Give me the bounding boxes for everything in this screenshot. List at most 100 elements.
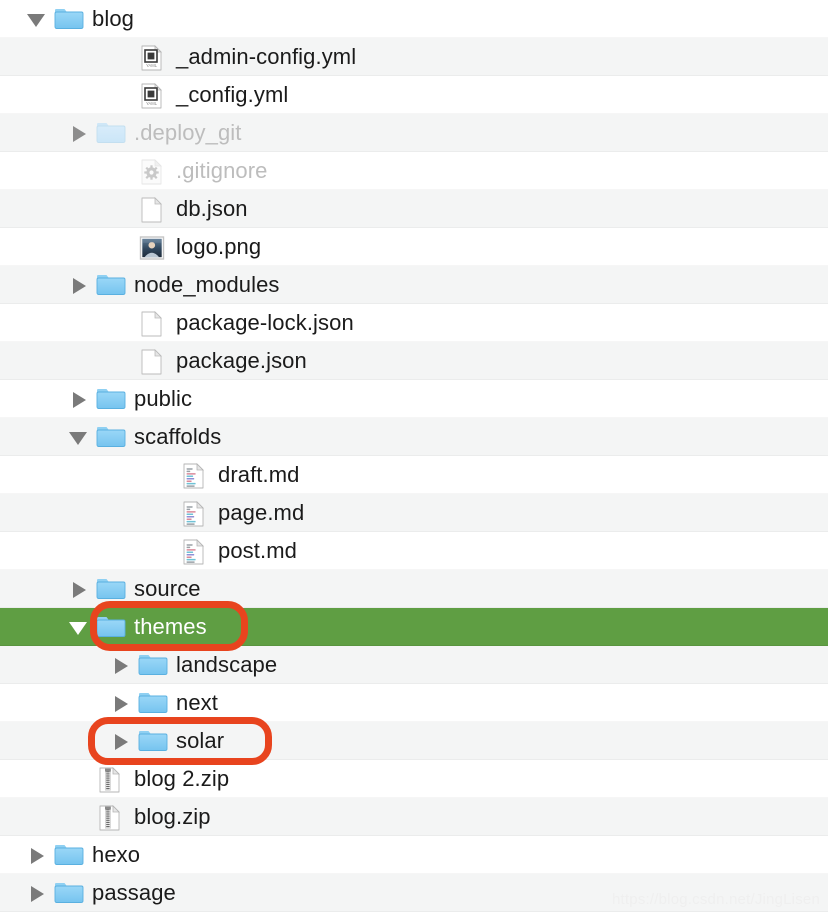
chevron-down-icon[interactable]	[68, 418, 94, 456]
chevron-down-icon[interactable]	[68, 608, 94, 646]
tree-row[interactable]: public	[0, 380, 828, 418]
gear-icon	[136, 152, 170, 190]
tree-row[interactable]: landscape	[0, 646, 828, 684]
tree-row[interactable]: YAML _admin-config.yml	[0, 38, 828, 76]
file-tree[interactable]: blog YAML _admin-config.yml YAML _config.yml…	[0, 0, 828, 914]
tree-row[interactable]: scaffolds	[0, 418, 828, 456]
twisty-placeholder	[110, 304, 136, 342]
tree-row-label: next	[176, 690, 218, 715]
folder-icon	[52, 836, 86, 874]
tree-row-label: _admin-config.yml	[176, 44, 357, 69]
twisty-placeholder	[110, 152, 136, 190]
tree-row-label: package.json	[176, 348, 307, 373]
tree-row-label: draft.md	[218, 462, 300, 487]
yaml-icon: YAML	[136, 76, 170, 114]
chevron-right-icon[interactable]	[26, 836, 52, 874]
tree-row-label: .deploy_git	[134, 120, 242, 145]
svg-text:YAML: YAML	[146, 63, 158, 68]
tree-row-label: solar	[176, 728, 225, 753]
folder-icon	[94, 418, 128, 456]
tree-row-label: blog.zip	[134, 804, 211, 829]
tree-row[interactable]: source	[0, 570, 828, 608]
image-icon	[136, 228, 170, 266]
svg-text:YAML: YAML	[146, 101, 158, 106]
tree-row-label: public	[134, 386, 193, 411]
tree-row-label: scaffolds	[134, 424, 222, 449]
tree-row[interactable]: hexo	[0, 836, 828, 874]
tree-row-label: .gitignore	[176, 158, 268, 183]
tree-row[interactable]: package.json	[0, 342, 828, 380]
folder-icon	[52, 0, 86, 38]
folder-icon	[94, 266, 128, 304]
tree-row-label: page.md	[218, 500, 305, 525]
twisty-placeholder	[152, 532, 178, 570]
tree-row[interactable]: logo.png	[0, 228, 828, 266]
tree-row[interactable]: passage	[0, 874, 828, 912]
tree-row[interactable]: YAML _config.yml	[0, 76, 828, 114]
tree-row[interactable]: blog.zip	[0, 798, 828, 836]
tree-row-label: source	[134, 576, 201, 601]
tree-row[interactable]: .deploy_git	[0, 114, 828, 152]
document-icon	[136, 342, 170, 380]
tree-row[interactable]: blog 2.zip	[0, 760, 828, 798]
twisty-placeholder	[152, 494, 178, 532]
tree-row[interactable]: solar	[0, 722, 828, 760]
chevron-right-icon[interactable]	[68, 380, 94, 418]
chevron-right-icon[interactable]	[110, 722, 136, 760]
tree-row[interactable]: next	[0, 684, 828, 722]
markdown-icon	[178, 456, 212, 494]
tree-row[interactable]: node_modules	[0, 266, 828, 304]
zip-icon	[94, 798, 128, 836]
chevron-right-icon[interactable]	[68, 114, 94, 152]
tree-row-label: package-lock.json	[176, 310, 354, 335]
twisty-placeholder	[110, 76, 136, 114]
tree-row-label: blog 2.zip	[134, 766, 230, 791]
yaml-icon: YAML	[136, 38, 170, 76]
chevron-down-icon[interactable]	[26, 0, 52, 38]
twisty-placeholder	[152, 456, 178, 494]
tree-row-label: post.md	[218, 538, 297, 563]
chevron-right-icon[interactable]	[110, 646, 136, 684]
tree-row[interactable]: package-lock.json	[0, 304, 828, 342]
tree-row-label: blog	[92, 6, 134, 31]
zip-icon	[94, 760, 128, 798]
tree-row[interactable]: post.md	[0, 532, 828, 570]
chevron-right-icon[interactable]	[110, 684, 136, 722]
tree-row[interactable]: blog	[0, 0, 828, 38]
document-icon	[136, 190, 170, 228]
folder-icon	[52, 874, 86, 912]
tree-row[interactable]: page.md	[0, 494, 828, 532]
chevron-right-icon[interactable]	[68, 266, 94, 304]
tree-row[interactable]: draft.md	[0, 456, 828, 494]
tree-row[interactable]: themes	[0, 608, 828, 646]
tree-row[interactable]: db.json	[0, 190, 828, 228]
twisty-placeholder	[68, 760, 94, 798]
chevron-right-icon[interactable]	[26, 874, 52, 912]
twisty-placeholder	[110, 190, 136, 228]
tree-row[interactable]: .gitignore	[0, 152, 828, 190]
tree-row-label: hexo	[92, 842, 141, 867]
twisty-placeholder	[110, 38, 136, 76]
markdown-icon	[178, 494, 212, 532]
tree-row-label: logo.png	[176, 234, 262, 259]
chevron-right-icon[interactable]	[68, 570, 94, 608]
tree-row-label: landscape	[176, 652, 278, 677]
